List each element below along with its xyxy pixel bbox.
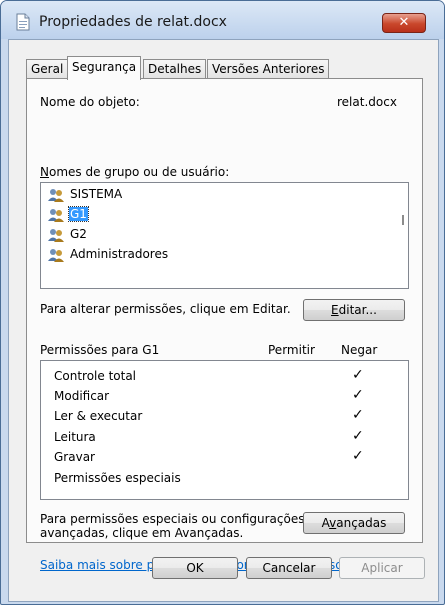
list-item-label: G1 — [68, 206, 89, 222]
window-title: Propriedades de relat.docx — [39, 14, 227, 30]
groups-label-accesskey: N — [40, 165, 49, 179]
edit-button-accesskey: E — [331, 303, 339, 317]
users-icon — [48, 209, 64, 222]
deny-check-icon: ✓ — [352, 448, 364, 464]
title-bar[interactable]: Propriedades de relat.docx ✕ — [1, 1, 444, 39]
permission-row: Gravar ✓ — [54, 448, 394, 468]
advanced-button[interactable]: Avançadas — [303, 512, 405, 534]
tab-versoes-anteriores[interactable]: Versões Anteriores — [207, 59, 330, 78]
permission-name: Permissões especiais — [54, 471, 181, 485]
groups-label: Nomes de grupo ou de usuário: — [40, 165, 229, 179]
list-item-label: SISTEMA — [70, 187, 123, 201]
groups-label-rest: omes de grupo ou de usuário: — [48, 165, 230, 179]
tab-seguranca[interactable]: Segurança — [67, 56, 142, 80]
deny-check-icon: ✓ — [352, 387, 364, 403]
edit-button[interactable]: Editar... — [303, 299, 405, 321]
deny-check-icon: ✓ — [352, 367, 364, 383]
allow-column-header: Permitir — [268, 343, 315, 357]
advanced-button-prefix: A — [321, 516, 330, 530]
users-icon — [48, 249, 64, 262]
cancel-button[interactable]: Cancelar — [246, 557, 332, 579]
deny-column-header: Negar — [341, 343, 378, 357]
tab-geral[interactable]: Geral — [26, 59, 69, 78]
ok-button[interactable]: OK — [152, 557, 238, 579]
object-name-value: relat.docx — [337, 95, 397, 109]
object-name-label: Nome do objeto: — [40, 95, 140, 109]
list-item-label: Administradores — [70, 247, 169, 261]
permission-name: Modificar — [54, 389, 110, 403]
dialog-client-area: Geral Segurança Detalhes Versões Anterio… — [8, 39, 439, 602]
list-scroll-indicator — [402, 215, 404, 225]
security-panel: Nome do objeto: relat.docx Nomes de grup… — [26, 78, 423, 572]
edit-button-label: ditar... — [338, 303, 377, 317]
users-icon — [48, 229, 64, 242]
permission-name: Ler & executar — [54, 409, 143, 423]
users-icon — [48, 189, 64, 202]
permission-name: Gravar — [54, 450, 95, 464]
permission-row: Controle total ✓ — [54, 367, 394, 387]
deny-check-icon: ✓ — [352, 428, 364, 444]
deny-check-icon: ✓ — [352, 407, 364, 423]
advanced-instructions-line2: avançadas, clique em Avançadas. — [40, 526, 244, 540]
permission-row: Permissões especiais — [54, 469, 394, 489]
document-icon — [16, 13, 30, 31]
advanced-button-rest: ançadas — [336, 516, 387, 530]
apply-button[interactable]: Aplicar — [339, 557, 425, 579]
close-icon: ✕ — [398, 15, 410, 30]
list-item-label: G2 — [70, 227, 87, 241]
permission-row: Ler & executar ✓ — [54, 407, 394, 427]
advanced-instructions-line1: Para permissões especiais ou configuraçõ… — [40, 512, 305, 526]
permission-row: Leitura ✓ — [54, 428, 394, 448]
properties-dialog: Propriedades de relat.docx ✕ Geral Segur… — [0, 0, 445, 605]
permissions-title: Permissões para G1 — [40, 343, 160, 357]
permission-row: Modificar ✓ — [54, 387, 394, 407]
group-user-list[interactable]: SISTEMA G1 G2 Administradores — [40, 182, 409, 289]
close-button[interactable]: ✕ — [382, 13, 426, 33]
permission-name: Controle total — [54, 369, 137, 383]
tab-detalhes[interactable]: Detalhes — [143, 59, 207, 78]
permission-name: Leitura — [54, 430, 96, 444]
permissions-list: Controle total ✓ Modificar ✓ Ler & execu… — [40, 360, 409, 500]
edit-instructions: Para alterar permissões, clique em Edita… — [40, 302, 291, 316]
